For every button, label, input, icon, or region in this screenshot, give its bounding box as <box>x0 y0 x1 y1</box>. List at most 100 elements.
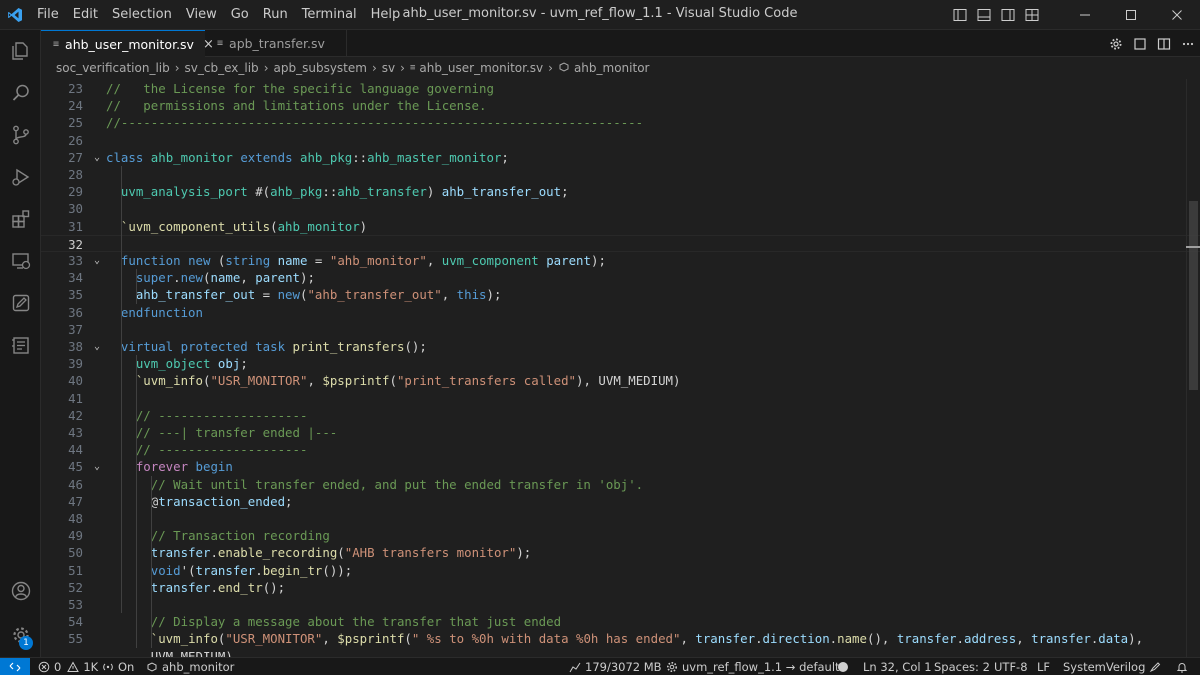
maximize-icon[interactable] <box>1108 0 1154 30</box>
code-line[interactable]: 39 uvm_object obj; <box>41 355 1200 372</box>
end-of-line[interactable]: LF <box>1037 658 1050 675</box>
remote-explorer-icon[interactable] <box>0 240 41 282</box>
code-line[interactable]: 44 // -------------------- <box>41 441 1200 458</box>
menu-selection[interactable]: Selection <box>105 0 179 30</box>
feedback-icon[interactable] <box>1149 658 1165 675</box>
broadcast-status[interactable]: On <box>102 658 134 675</box>
code-text: void'(transfer.begin_tr()); <box>150 562 353 578</box>
encoding[interactable]: UTF-8 <box>994 658 1028 675</box>
toggle-panel-icon[interactable] <box>972 0 996 30</box>
tab-ahb-user-monitor[interactable]: ≡ ahb_user_monitor.sv × <box>41 30 214 57</box>
problems-status[interactable]: 0 1K <box>38 658 98 675</box>
menu-go[interactable]: Go <box>224 0 256 30</box>
code-line[interactable]: 33 ⌄ function new (string name = "ahb_mon… <box>41 252 1200 269</box>
title-bar: File Edit Selection View Go Run Terminal… <box>0 0 1200 30</box>
settings-sync-icon[interactable] <box>1104 30 1128 57</box>
code-line[interactable]: 27 ⌄ class ahb_monitor extends ahb_pkg::ah… <box>41 149 1200 166</box>
code-line[interactable]: 54 // Display a message about the transf… <box>41 613 1200 630</box>
code-line[interactable]: 37 <box>41 321 1200 338</box>
line-number: 49 <box>68 528 83 544</box>
code-line[interactable]: 36 endfunction <box>41 304 1200 321</box>
code-line[interactable]: 29 uvm_analysis_port #(ahb_pkg::ahb_tran… <box>41 183 1200 200</box>
code-line[interactable]: 35 ahb_transfer_out = new("ahb_transfer_… <box>41 286 1200 303</box>
scrollbar-thumb[interactable] <box>1189 201 1198 390</box>
code-line[interactable]: 49 // Transaction recording <box>41 527 1200 544</box>
accounts-icon[interactable] <box>0 570 41 612</box>
code-line[interactable]: 47 @transaction_ended; <box>41 493 1200 510</box>
testing-icon[interactable] <box>0 324 41 366</box>
memory-status[interactable]: 179/3072 MB <box>569 658 662 675</box>
code-line[interactable]: 34 super.new(name, parent); <box>41 269 1200 286</box>
code-line[interactable]: 30 <box>41 200 1200 217</box>
tab-bar: ≡ ahb_user_monitor.sv × ≡ apb_transfer.s… <box>41 30 1200 57</box>
notes-edit-icon[interactable] <box>0 282 41 324</box>
breadcrumb-item[interactable]: soc_verification_lib <box>56 61 170 75</box>
code-line[interactable]: 23 // the License for the specific langua… <box>41 80 1200 97</box>
settings-gear-icon[interactable]: 1 <box>0 614 41 656</box>
minimize-icon[interactable] <box>1062 0 1108 30</box>
code-line[interactable]: 55 `uvm_info("USR_MONITOR", $psprintf(" … <box>41 630 1200 647</box>
code-line[interactable]: UVM_MEDIUM) <box>41 648 1200 657</box>
code-line[interactable]: 52 transfer.end_tr(); <box>41 579 1200 596</box>
code-line[interactable]: 31 `uvm_component_utils(ahb_monitor) <box>41 218 1200 235</box>
line-number: 26 <box>68 132 83 148</box>
source-control-icon[interactable] <box>0 114 41 156</box>
workspace-status[interactable]: uvm_ref_flow_1.1 → default <box>666 658 840 675</box>
code-line[interactable]: 38 ⌄ virtual protected task print_transfe… <box>41 338 1200 355</box>
indent-guide <box>151 475 152 648</box>
menu-run[interactable]: Run <box>256 0 295 30</box>
menu-file[interactable]: File <box>30 0 66 30</box>
toggle-secondary-sidebar-icon[interactable] <box>996 0 1020 30</box>
breadcrumb-item[interactable]: apb_subsystem <box>274 61 367 75</box>
code-line[interactable]: 41 <box>41 390 1200 407</box>
code-line[interactable]: 46 // Wait until transfer ended, and put… <box>41 476 1200 493</box>
scope-status[interactable]: ahb_monitor <box>146 658 234 675</box>
indentation[interactable]: Spaces: 2 <box>934 658 990 675</box>
status-circle-icon[interactable] <box>837 658 853 675</box>
menu-view[interactable]: View <box>179 0 224 30</box>
customize-layout-icon[interactable] <box>1020 0 1044 30</box>
close-window-icon[interactable] <box>1154 0 1200 30</box>
search-icon[interactable] <box>0 72 41 114</box>
tab-apb-transfer[interactable]: ≡ apb_transfer.sv <box>205 30 347 57</box>
breadcrumb-item[interactable]: sv_cb_ex_lib <box>185 61 259 75</box>
code-line[interactable]: 28 <box>41 166 1200 183</box>
code-editor[interactable]: 23 // the License for the specific langua… <box>41 79 1200 657</box>
menu-help[interactable]: Help <box>364 0 408 30</box>
open-preview-icon[interactable] <box>1128 30 1152 57</box>
fold-chevron-icon[interactable]: ⌄ <box>91 338 103 355</box>
code-line[interactable]: 26 <box>41 132 1200 149</box>
code-line[interactable]: 42 // -------------------- <box>41 407 1200 424</box>
code-line[interactable]: 45 ⌄ forever begin <box>41 458 1200 475</box>
explorer-icon[interactable] <box>0 30 41 72</box>
code-line[interactable]: 32 <box>41 234 1200 252</box>
split-editor-icon[interactable] <box>1152 30 1176 57</box>
language-mode[interactable]: SystemVerilog <box>1063 658 1145 675</box>
toggle-primary-sidebar-icon[interactable] <box>948 0 972 30</box>
fold-chevron-icon[interactable]: ⌄ <box>91 149 103 166</box>
code-line[interactable]: 40 `uvm_info("USR_MONITOR", $psprintf("p… <box>41 372 1200 389</box>
fold-chevron-icon[interactable]: ⌄ <box>91 458 103 475</box>
cursor-position[interactable]: Ln 32, Col 1 <box>863 658 932 675</box>
remote-indicator-icon[interactable] <box>0 658 30 675</box>
code-line[interactable]: 48 <box>41 510 1200 527</box>
breadcrumb-item[interactable]: ahb_monitor <box>574 61 650 75</box>
fold-chevron-icon[interactable]: ⌄ <box>91 252 103 269</box>
code-text: @transaction_ended; <box>106 493 293 509</box>
more-actions-icon[interactable] <box>1176 30 1200 57</box>
code-line[interactable]: 53 <box>41 596 1200 613</box>
extensions-icon[interactable] <box>0 198 41 240</box>
line-number: 23 <box>68 81 83 96</box>
breadcrumb-item[interactable]: ahb_user_monitor.sv <box>419 61 543 75</box>
menu-terminal[interactable]: Terminal <box>295 0 364 30</box>
code-line[interactable]: 24 // permissions and limitations under t… <box>41 97 1200 114</box>
code-line[interactable]: 25 //------------------------------------… <box>41 114 1200 131</box>
code-line[interactable]: 50 transfer.enable_recording("AHB transf… <box>41 544 1200 561</box>
code-text: transfer.end_tr(); <box>150 579 286 595</box>
menu-edit[interactable]: Edit <box>66 0 105 30</box>
code-line[interactable]: 51 void'(transfer.begin_tr()); <box>41 562 1200 579</box>
notifications-icon[interactable] <box>1176 658 1192 675</box>
breadcrumb-item[interactable]: sv <box>382 61 395 75</box>
run-debug-icon[interactable] <box>0 156 41 198</box>
code-line[interactable]: 43 // ---| transfer ended |--- <box>41 424 1200 441</box>
